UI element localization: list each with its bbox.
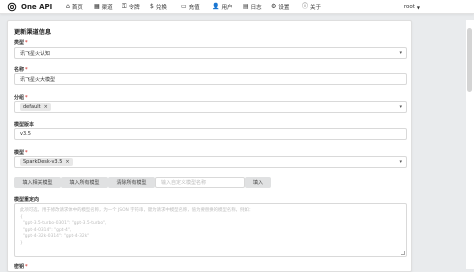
nav-users[interactable]: 👤 用户 xyxy=(212,0,233,14)
chevron-down-icon: ▾ xyxy=(399,50,402,56)
fill-related-models-button[interactable]: 填入相关模型 xyxy=(14,177,61,188)
model-version-label: 模型版本 xyxy=(14,122,35,128)
home-icon: ⌂ xyxy=(66,3,70,10)
chevron-down-icon: ▾ xyxy=(399,104,402,110)
name-label: 名称* xyxy=(14,67,28,73)
model-chip-label: SparkDesk-v3.5 xyxy=(23,159,63,165)
app-name: One API xyxy=(21,3,53,11)
channel-icon: ▦ xyxy=(94,3,100,10)
type-label: 类型* xyxy=(14,40,28,46)
nav-redeem[interactable]: $ 兑换 xyxy=(150,0,167,14)
fill-all-models-button[interactable]: 填入所有模型 xyxy=(61,177,108,188)
model-mapping-textarea[interactable]: 此项可选，用于修改请求体中的模型名称，为一个 JSON 字符串，键为请求中模型名… xyxy=(14,203,407,257)
custom-model-input[interactable]: 输入自定义模型名称 xyxy=(155,177,245,188)
model-chip[interactable]: SparkDesk-v3.5 × xyxy=(20,158,73,166)
nav-redeem-label: 兑换 xyxy=(155,5,167,11)
nav-channel-label: 渠道 xyxy=(101,5,113,11)
model-version-value: v3.5 xyxy=(20,131,31,137)
card-icon: ▭ xyxy=(181,3,187,10)
clear-all-models-button[interactable]: 清除所有模型 xyxy=(108,177,155,188)
chevron-down-icon: ▼ xyxy=(416,4,420,10)
group-chip[interactable]: default × xyxy=(20,103,51,111)
models-label: 模型* xyxy=(14,150,28,156)
user-name: root xyxy=(403,4,415,10)
top-navbar: One API ⌂ 首页 ▦ 渠道 ⚿ 令牌 $ 兑换 ▭ 充值 👤 用户 ▤ … xyxy=(0,0,474,14)
info-icon: ⓘ xyxy=(302,3,309,10)
page-title: 更新渠道信息 xyxy=(14,29,52,36)
chevron-down-icon: ▾ xyxy=(399,159,402,165)
model-version-input[interactable]: v3.5 xyxy=(14,128,407,140)
user-menu[interactable]: root ▼ xyxy=(404,0,420,14)
name-input[interactable]: 讯飞星火大模型 xyxy=(14,73,407,85)
type-select[interactable]: 讯飞星火认知 ▾ xyxy=(14,47,407,59)
nav-users-label: 用户 xyxy=(221,5,233,11)
type-select-value: 讯飞星火认知 xyxy=(20,50,51,57)
model-mapping-placeholder: 此项可选，用于修改请求体中的模型名称，为一个 JSON 字符串，键为请求中模型名… xyxy=(20,208,254,246)
nav-topup-label: 充值 xyxy=(188,5,200,11)
group-select[interactable]: default × ▾ xyxy=(14,101,407,113)
openai-logo-icon xyxy=(7,2,17,12)
name-input-value: 讯飞星火大模型 xyxy=(20,76,56,83)
nav-channel[interactable]: ▦ 渠道 xyxy=(94,0,113,14)
key-icon: ⚿ xyxy=(122,3,127,10)
nav-about-label: 关于 xyxy=(310,5,322,11)
scrollbar-thumb[interactable] xyxy=(467,28,472,92)
resize-handle[interactable] xyxy=(401,251,405,255)
gear-icon: ⚙ xyxy=(271,3,277,10)
model-mapping-label: 模型重定向 xyxy=(14,197,40,203)
nav-home[interactable]: ⌂ 首页 xyxy=(66,0,83,14)
log-icon: ▤ xyxy=(243,3,249,10)
nav-home-label: 首页 xyxy=(71,5,83,11)
group-chip-label: default xyxy=(23,104,41,110)
nav-about[interactable]: ⓘ 关于 xyxy=(302,0,321,14)
nav-settings-label: 设置 xyxy=(278,5,290,11)
nav-token-label: 令牌 xyxy=(128,5,140,11)
fill-custom-model-button[interactable]: 填入 xyxy=(245,177,271,188)
group-label: 分组* xyxy=(14,95,28,101)
dollar-icon: $ xyxy=(150,3,154,10)
close-icon[interactable]: × xyxy=(65,159,69,165)
nav-topup[interactable]: ▭ 充值 xyxy=(181,0,200,14)
nav-logs[interactable]: ▤ 日志 xyxy=(243,0,262,14)
nav-settings[interactable]: ⚙ 设置 xyxy=(271,0,289,14)
close-icon[interactable]: × xyxy=(44,104,48,110)
models-select[interactable]: SparkDesk-v3.5 × ▾ xyxy=(14,156,407,168)
user-icon: 👤 xyxy=(212,3,220,10)
nav-logs-label: 日志 xyxy=(250,5,262,11)
brand[interactable]: One API xyxy=(7,1,52,13)
nav-token[interactable]: ⚿ 令牌 xyxy=(122,0,140,14)
